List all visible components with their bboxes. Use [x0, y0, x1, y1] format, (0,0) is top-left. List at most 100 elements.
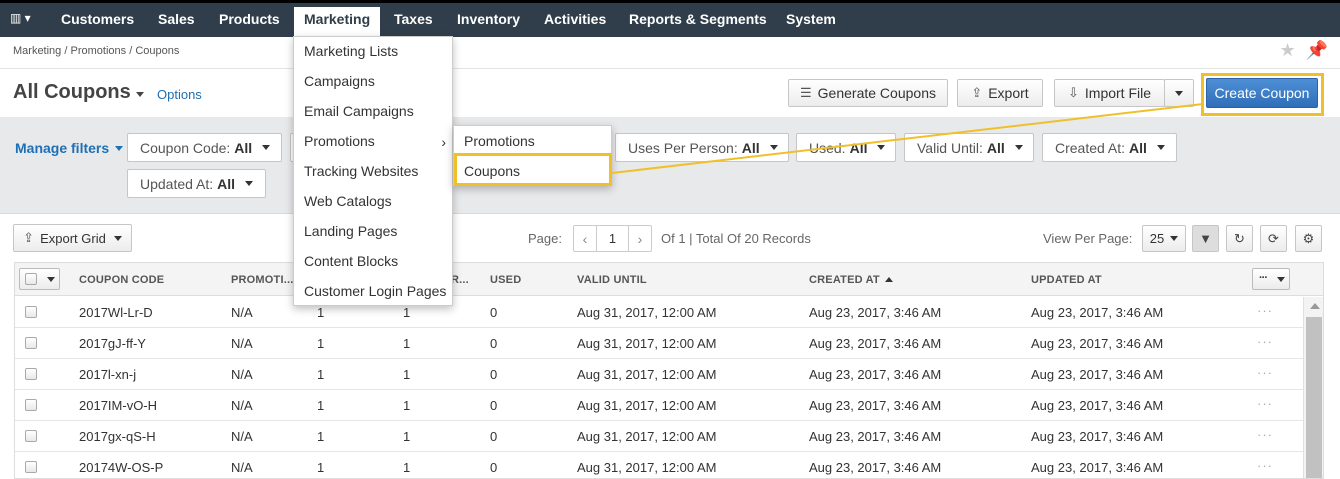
reset-button[interactable]: ⟳ [1260, 225, 1287, 252]
menu-item-marketing-lists[interactable]: Marketing Lists [304, 43, 398, 59]
filter-toggle-button[interactable]: ▼ [1192, 225, 1219, 252]
menu-item-tracking-websites[interactable]: Tracking Websites [304, 163, 418, 179]
annotation-highlight-create [1201, 73, 1324, 116]
column-header-updated-at[interactable]: Updated At [1031, 274, 1102, 286]
import-options-dropdown[interactable] [1164, 79, 1194, 107]
chevron-down-icon [113, 235, 122, 241]
generate-coupons-button[interactable]: ☰ Generate Coupons [788, 79, 948, 107]
mass-select-control[interactable] [19, 268, 60, 290]
menu-item-web-catalogs[interactable]: Web Catalogs [304, 193, 392, 209]
chevron-down-icon[interactable] [136, 92, 144, 97]
list-icon: ☰ [800, 85, 812, 100]
breadcrumb-separator: / [64, 45, 68, 57]
table-row[interactable]: 2017IM-vO-H N/A 1 1 0 Aug 31, 2017, 12:00 AM A… [15, 390, 1323, 421]
scroll-up-icon[interactable] [1310, 303, 1320, 309]
options-link[interactable]: Options [157, 87, 202, 102]
row-checkbox[interactable] [25, 430, 37, 442]
nav-item-inventory[interactable]: Inventory [457, 11, 520, 27]
breadcrumb-promotions[interactable]: Promotions [70, 45, 126, 57]
page-title[interactable]: All Coupons [13, 81, 131, 104]
refresh-button[interactable]: ↻ [1226, 225, 1253, 252]
row-checkbox[interactable] [25, 306, 37, 318]
row-actions-icon[interactable]: ··· [1257, 396, 1273, 411]
row-checkbox[interactable] [25, 368, 37, 380]
column-header-used[interactable]: Used [490, 274, 521, 286]
menu-item-content-blocks[interactable]: Content Blocks [304, 253, 398, 269]
cell-used: 0 [490, 398, 498, 413]
cell-uses-per-person: 1 [317, 305, 325, 320]
import-file-button[interactable]: ⇩ Import File [1054, 79, 1165, 107]
cell-valid-until: Aug 31, 2017, 12:00 AM [577, 398, 717, 413]
nav-item-customers[interactable]: Customers [61, 11, 134, 27]
nav-item-reports-segments[interactable]: Reports & Segments [629, 11, 767, 27]
submenu-item-promotions[interactable]: Promotions [464, 133, 535, 149]
chevron-down-icon [1014, 145, 1023, 150]
chevron-down-icon [262, 145, 271, 150]
menu-item-landing-pages[interactable]: Landing Pages [304, 223, 397, 239]
menu-item-email-campaigns[interactable]: Email Campaigns [304, 103, 414, 119]
filter-used[interactable]: Used: All [796, 133, 896, 162]
row-checkbox[interactable] [25, 399, 37, 411]
menu-item-campaigns[interactable]: Campaigns [304, 73, 375, 89]
grid-settings-button[interactable]: ⚙ [1295, 225, 1322, 252]
export-button[interactable]: ⇪ Export [957, 79, 1043, 107]
view-per-page-select[interactable]: 25 [1142, 225, 1186, 252]
manage-filters-dropdown[interactable]: Manage filters [15, 140, 124, 156]
row-actions-icon[interactable]: ··· [1257, 303, 1273, 318]
vertical-scrollbar[interactable] [1303, 297, 1323, 478]
page-number-input[interactable]: 1 [596, 226, 629, 251]
row-actions-icon[interactable]: ··· [1257, 458, 1273, 473]
column-header-promotion[interactable]: Promoti... [231, 274, 294, 286]
column-manager-button[interactable]: ··· [1252, 268, 1290, 290]
column-header-uses-per-coupon[interactable]: R... [451, 274, 469, 286]
nav-item-sales[interactable]: Sales [158, 11, 195, 27]
menu-item-promotions[interactable]: Promotions [304, 133, 375, 149]
cell-valid-until: Aug 31, 2017, 12:00 AM [577, 429, 717, 444]
row-actions-icon[interactable]: ··· [1257, 365, 1273, 380]
breadcrumb-marketing[interactable]: Marketing [13, 45, 61, 57]
row-checkbox[interactable] [25, 337, 37, 349]
star-icon[interactable]: ★ [1279, 40, 1295, 60]
filter-valid-until[interactable]: Valid Until: All [904, 133, 1034, 162]
select-all-checkbox[interactable] [25, 273, 37, 285]
cell-promotion: N/A [231, 460, 253, 475]
nav-item-activities[interactable]: Activities [544, 11, 606, 27]
cell-promotion: N/A [231, 367, 253, 382]
table-row[interactable]: 2017Wl-Lr-D N/A 1 1 0 Aug 31, 2017, 12:00 AM A… [15, 297, 1323, 328]
cell-created-at: Aug 23, 2017, 3:46 AM [809, 336, 942, 351]
breadcrumb-coupons: Coupons [135, 45, 180, 57]
pin-icon[interactable]: 📌 [1306, 40, 1328, 60]
nav-item-system[interactable]: System [786, 11, 836, 27]
chevron-down-icon [245, 181, 254, 186]
export-grid-button[interactable]: ⇪ Export Grid [13, 224, 132, 252]
table-row[interactable]: 20174W-OS-P N/A 1 1 0 Aug 31, 2017, 12:00 AM A… [15, 452, 1323, 478]
nav-item-taxes[interactable]: Taxes [394, 11, 433, 27]
cell-valid-until: Aug 31, 2017, 12:00 AM [577, 305, 717, 320]
filter-updated-at[interactable]: Updated At: All [127, 169, 266, 198]
filter-created-at[interactable]: Created At: All [1042, 133, 1177, 162]
cell-updated-at: Aug 23, 2017, 3:46 AM [1031, 305, 1164, 320]
filter-panel [0, 117, 1340, 214]
menu-item-customer-login-pages[interactable]: Customer Login Pages [304, 283, 446, 299]
nav-item-products[interactable]: Products [219, 11, 280, 27]
chevron-left-icon[interactable]: ‹ [574, 231, 596, 247]
row-checkbox[interactable] [25, 461, 37, 473]
column-header-valid-until[interactable]: Valid Until [577, 274, 647, 286]
table-row[interactable]: 2017gJ-ff-Y N/A 1 1 0 Aug 31, 2017, 12:00 AM A… [15, 328, 1323, 359]
cell-uses-per-person: 1 [317, 367, 325, 382]
column-header-created-at[interactable]: Created At [809, 274, 893, 286]
chevron-right-icon[interactable]: › [629, 231, 651, 247]
filter-uses-per-person[interactable]: Uses Per Person: All [615, 133, 789, 162]
dashboard-menu[interactable]: ▥ ▾ [10, 11, 31, 25]
table-row[interactable]: 2017gx-qS-H N/A 1 1 0 Aug 31, 2017, 12:00 AM A… [15, 421, 1323, 452]
scrollbar-thumb[interactable] [1306, 317, 1322, 478]
cell-used: 0 [490, 305, 498, 320]
row-actions-icon[interactable]: ··· [1257, 334, 1273, 349]
column-header-coupon-code[interactable]: Coupon Code [79, 274, 164, 286]
filter-coupon-code[interactable]: Coupon Code: All [127, 133, 282, 162]
cell-uses-per-coupon: 1 [403, 429, 411, 444]
chevron-down-icon[interactable] [47, 277, 55, 282]
row-actions-icon[interactable]: ··· [1257, 427, 1273, 442]
cell-updated-at: Aug 23, 2017, 3:46 AM [1031, 336, 1164, 351]
table-row[interactable]: 2017l-xn-j N/A 1 1 0 Aug 31, 2017, 12:00 AM Au… [15, 359, 1323, 390]
